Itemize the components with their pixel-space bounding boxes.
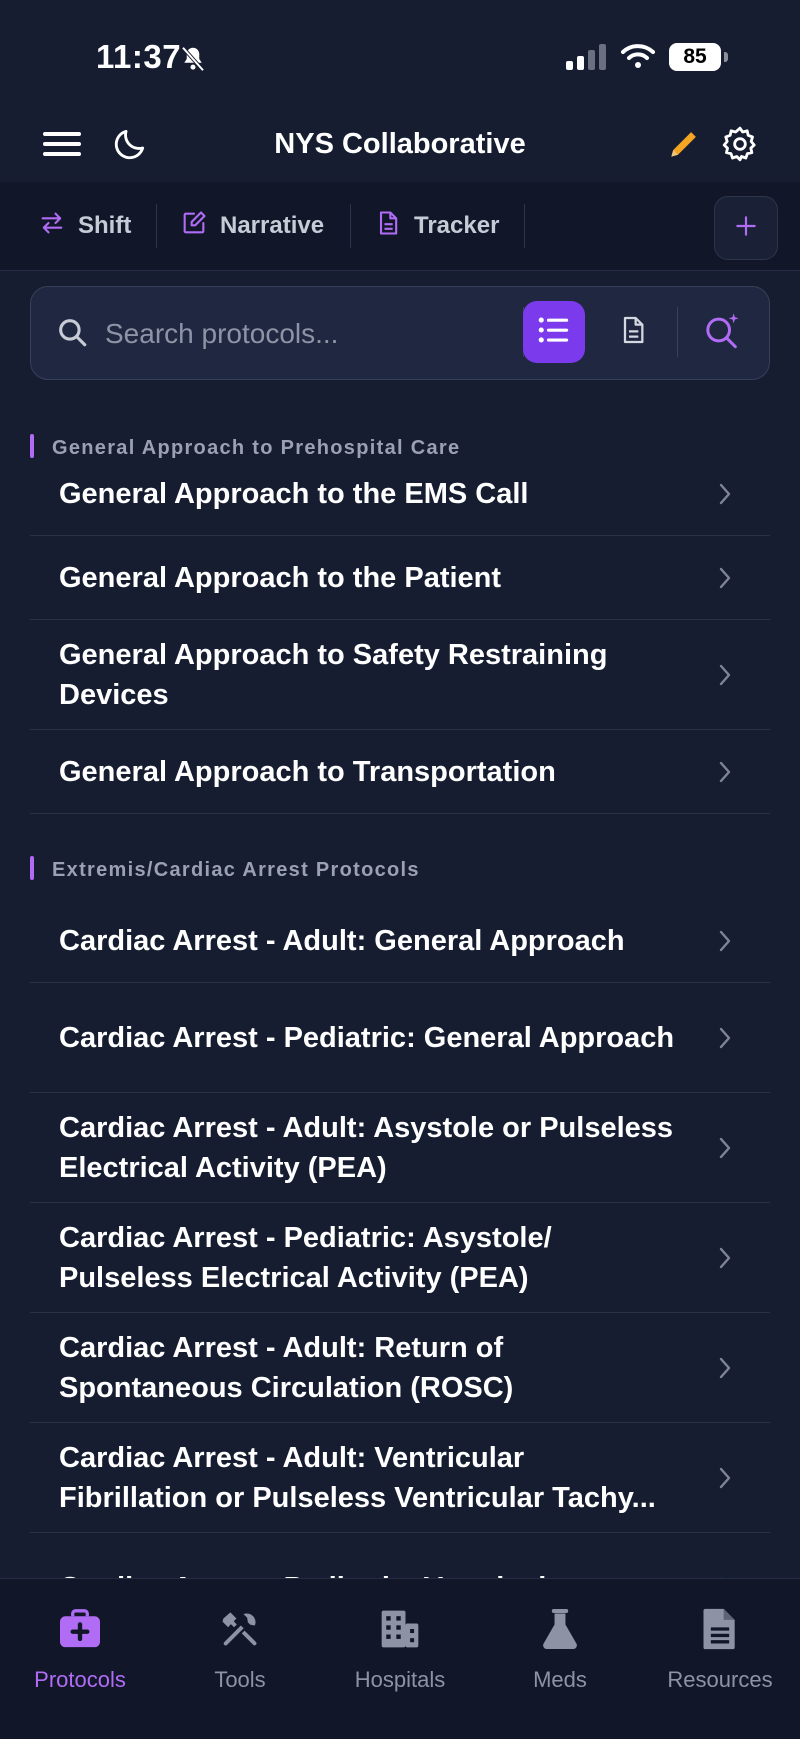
list-item[interactable]: General Approach to the Patient: [30, 536, 770, 620]
medkit-icon: [58, 1607, 102, 1651]
nav-meds[interactable]: Meds: [480, 1579, 640, 1699]
edit-button[interactable]: [662, 124, 706, 168]
quick-tab-bar: Shift Narrative Tracker: [0, 182, 800, 271]
protocol-list: General Approach to Prehospital Care Gen…: [0, 378, 800, 1578]
hospital-icon: [378, 1607, 422, 1651]
tab-label: Narrative: [220, 212, 325, 239]
chevron-right-icon: [718, 1026, 732, 1055]
nav-label: Tools: [214, 1667, 266, 1692]
flask-icon: [538, 1607, 582, 1651]
nav-resources[interactable]: Resources: [640, 1579, 800, 1699]
chevron-right-icon: [718, 1356, 732, 1385]
list-item[interactable]: Cardiac Arrest - Pediatric: Ventricular: [30, 1533, 770, 1578]
status-bar: 11:37 85: [0, 0, 800, 110]
list-item[interactable]: General Approach to Transportation: [30, 730, 770, 814]
tab-shift[interactable]: Shift: [38, 204, 131, 248]
chevron-right-icon: [718, 663, 732, 692]
list-item-label: General Approach to the Patient: [59, 561, 502, 594]
tab-divider: [524, 204, 525, 248]
add-tab-button[interactable]: [714, 196, 778, 260]
battery-cap: [724, 52, 728, 62]
list-item[interactable]: Cardiac Arrest - Adult: General Approach: [30, 899, 770, 983]
search-bar: [30, 286, 770, 380]
list-item[interactable]: Cardiac Arrest - Adult: Return of Sponta…: [30, 1313, 770, 1423]
document-view-button[interactable]: [602, 301, 664, 363]
section-header: General Approach to Prehospital Care: [0, 378, 800, 459]
document-icon: [374, 209, 402, 244]
cellular-signal-icon: [566, 44, 608, 75]
edit-note-icon: [180, 209, 208, 244]
list-item-label: Cardiac Arrest - Pediatric: Asystole/ Pu…: [59, 1221, 552, 1294]
nav-tools[interactable]: Tools: [160, 1579, 320, 1699]
plus-icon: [733, 213, 759, 244]
chevron-right-icon: [718, 1246, 732, 1275]
nav-label: Hospitals: [354, 1667, 446, 1692]
list-item[interactable]: Cardiac Arrest - Pediatric: Asystole/ Pu…: [30, 1203, 770, 1313]
nav-hospitals[interactable]: Hospitals: [320, 1579, 480, 1699]
sparkle-search-icon: [702, 310, 742, 355]
chevron-right-icon: [718, 1136, 732, 1165]
nav-label: Protocols: [34, 1667, 126, 1692]
tab-label: Shift: [78, 212, 132, 239]
bell-muted-icon: [178, 44, 208, 79]
list-item[interactable]: Cardiac Arrest - Pediatric: General Appr…: [30, 983, 770, 1093]
tools-icon: [218, 1607, 262, 1651]
settings-button[interactable]: [718, 124, 762, 168]
list-item-label: Cardiac Arrest - Adult: Asystole or Puls…: [59, 1111, 674, 1184]
list-item-label: Cardiac Arrest - Adult: Return of Sponta…: [59, 1331, 514, 1404]
chevron-right-icon: [718, 482, 732, 511]
nav-protocols[interactable]: Protocols: [0, 1579, 160, 1699]
tab-divider: [156, 204, 157, 248]
tab-tracker[interactable]: Tracker: [374, 204, 499, 248]
nav-label: Resources: [667, 1667, 773, 1692]
list-item[interactable]: Cardiac Arrest - Adult: Ventricular Fibr…: [30, 1423, 770, 1533]
list-view-button[interactable]: [523, 301, 585, 363]
list-icon: [537, 315, 571, 350]
nav-label: Meds: [533, 1667, 587, 1692]
chevron-right-icon: [718, 1466, 732, 1495]
list-item-label: General Approach to Transportation: [59, 755, 556, 788]
search-divider: [677, 307, 678, 357]
chevron-right-icon: [718, 929, 732, 958]
list-item-label: Cardiac Arrest - Adult: General Approach: [59, 924, 625, 957]
gear-icon: [720, 124, 760, 169]
pencil-icon: [665, 125, 703, 168]
wifi-icon: [620, 42, 656, 75]
chevron-right-icon: [718, 760, 732, 789]
status-time: 11:37: [96, 38, 182, 75]
chevron-right-icon: [718, 566, 732, 595]
list-item-label: General Approach to Safety Restraining D…: [59, 638, 608, 711]
app-header: NYS Collaborative: [0, 110, 800, 182]
tab-divider: [350, 204, 351, 248]
list-item[interactable]: General Approach to the EMS Call: [30, 452, 770, 536]
list-item[interactable]: General Approach to Safety Restraining D…: [30, 620, 770, 730]
search-icon: [55, 315, 89, 354]
section-accent-bar: [30, 856, 34, 880]
tab-narrative[interactable]: Narrative: [180, 204, 324, 248]
section-header: Extremis/Cardiac Arrest Protocols: [0, 814, 800, 899]
tab-label: Tracker: [414, 212, 500, 239]
section-title: Extremis/Cardiac Arrest Protocols: [52, 859, 420, 881]
bottom-nav: Protocols Tools Hospitals Meds Resources: [0, 1578, 800, 1739]
list-item-label: Cardiac Arrest - Pediatric: General Appr…: [59, 1021, 675, 1054]
list-item[interactable]: Cardiac Arrest - Adult: Asystole or Puls…: [30, 1093, 770, 1203]
battery-indicator: 85: [669, 43, 721, 71]
search-input[interactable]: [103, 307, 527, 361]
list-item-label: General Approach to the EMS Call: [59, 477, 529, 510]
list-item-label: Cardiac Arrest - Adult: Ventricular Fibr…: [59, 1441, 656, 1514]
file-icon: [698, 1607, 742, 1651]
swap-arrows-icon: [38, 209, 66, 244]
ai-search-button[interactable]: [691, 301, 753, 363]
list-item-label: Cardiac Arrest - Pediatric: Ventricular: [30, 1568, 679, 1579]
document-icon: [617, 313, 649, 352]
